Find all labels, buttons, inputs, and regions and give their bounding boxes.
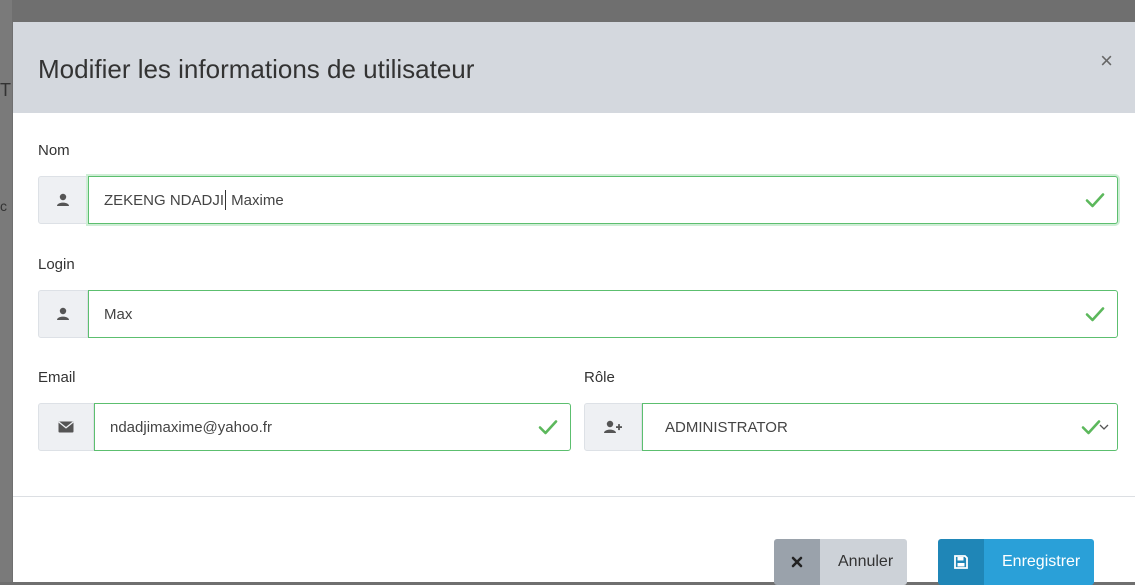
role-select[interactable]: ADMINISTRATOR (642, 403, 1118, 451)
times-icon (774, 539, 820, 585)
login-input-group: Max (38, 290, 1118, 338)
check-icon (1085, 307, 1105, 322)
nom-addon (38, 176, 88, 224)
check-icon (538, 420, 558, 435)
save-button-label: Enregistrer (984, 539, 1095, 585)
email-field[interactable]: ndadjimaxime@yahoo.fr (94, 403, 571, 451)
save-button[interactable]: Enregistrer (938, 539, 1095, 585)
email-label: Email (38, 369, 76, 386)
user-icon (57, 307, 69, 320)
close-icon[interactable]: × (1100, 50, 1113, 72)
nom-value-end: Maxime (227, 191, 284, 209)
background-text-fragment: c (0, 198, 7, 214)
role-value: ADMINISTRATOR (665, 418, 788, 436)
check-icon (1081, 420, 1101, 435)
role-label: Rôle (584, 369, 615, 386)
envelope-icon (58, 421, 74, 433)
email-input-group: ndadjimaxime@yahoo.fr (38, 403, 571, 451)
cancel-button-label: Annuler (820, 539, 908, 585)
nom-input-group: ZEKENG NDADJI Maxime (38, 176, 1118, 224)
background-text-fragment: T (0, 80, 11, 100)
nom-value-start: ZEKENG NDADJI (104, 191, 225, 209)
email-addon (38, 403, 94, 451)
chevron-down-icon[interactable] (1099, 423, 1109, 431)
user-plus-icon (604, 420, 622, 433)
role-input-group: ADMINISTRATOR (584, 403, 1118, 451)
floppy-disk-icon (938, 539, 984, 585)
user-icon (57, 193, 69, 206)
text-cursor (225, 190, 227, 210)
nom-label: Nom (38, 142, 70, 159)
cancel-button[interactable]: Annuler (774, 539, 908, 585)
login-label: Login (38, 256, 75, 273)
nom-field[interactable]: ZEKENG NDADJI Maxime (88, 176, 1118, 224)
role-addon (584, 403, 642, 451)
email-value: ndadjimaxime@yahoo.fr (110, 418, 272, 436)
modal-title: Modifier les informations de utilisateur (38, 54, 475, 84)
footer-divider (13, 496, 1135, 497)
modal-header: Modifier les informations de utilisateur… (13, 22, 1135, 113)
login-value: Max (104, 305, 133, 323)
edit-user-modal: Modifier les informations de utilisateur… (13, 22, 1135, 585)
login-addon (38, 290, 88, 338)
login-field[interactable]: Max (88, 290, 1118, 338)
check-icon (1085, 193, 1105, 208)
